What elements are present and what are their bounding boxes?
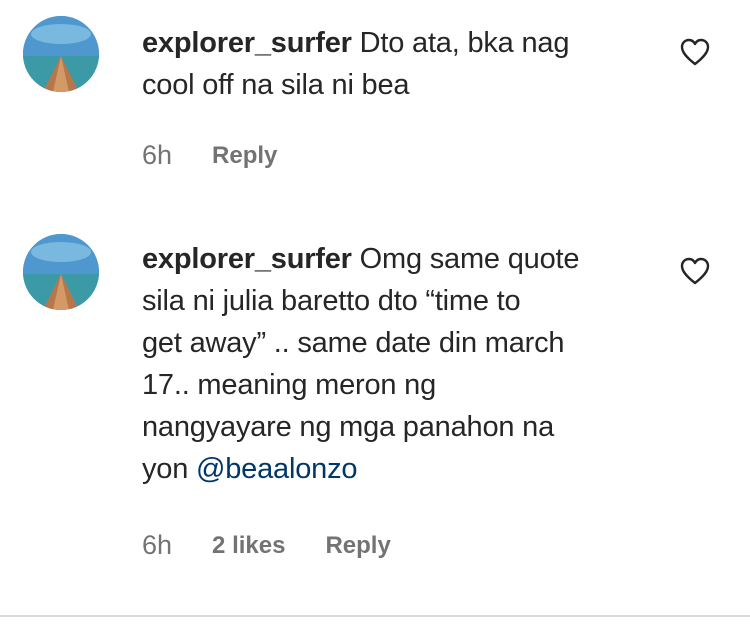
comment-meta: 6h Reply <box>142 140 277 171</box>
comment-line: Dto ata, bka nag <box>359 27 570 59</box>
likes-count[interactable]: 2 likes <box>212 532 285 560</box>
comment-time[interactable]: 6h <box>142 530 172 561</box>
comment-meta: 6h 2 likes Reply <box>142 530 391 561</box>
reply-button[interactable]: Reply <box>212 142 277 170</box>
avatar[interactable] <box>23 234 99 310</box>
comment-line: 17.. meaning meron ng <box>142 369 437 401</box>
comment-line: get away” .. same date din march <box>142 327 565 359</box>
comment-text: explorer_surfer Omg same quote sila ni j… <box>142 238 642 490</box>
comment-time[interactable]: 6h <box>142 140 172 171</box>
comment-line: sila ni julia baretto dto “time to <box>142 285 521 317</box>
comment-text: explorer_surfer Dto ata, bka nag cool of… <box>142 22 642 106</box>
reply-button[interactable]: Reply <box>325 532 390 560</box>
comment-username[interactable]: explorer_surfer <box>142 243 352 275</box>
comment-line: cool off na sila ni bea <box>142 69 410 101</box>
comment-username[interactable]: explorer_surfer <box>142 27 352 59</box>
mention-link[interactable]: @beaalonzo <box>196 453 357 485</box>
comment-line: nangyayare ng mga panahon na <box>142 411 555 443</box>
comment-line: Omg same quote <box>359 243 580 275</box>
heart-icon[interactable] <box>680 257 710 285</box>
comment-line: yon <box>142 453 197 485</box>
avatar[interactable] <box>23 16 99 92</box>
heart-icon[interactable] <box>680 38 710 66</box>
divider <box>0 615 750 617</box>
